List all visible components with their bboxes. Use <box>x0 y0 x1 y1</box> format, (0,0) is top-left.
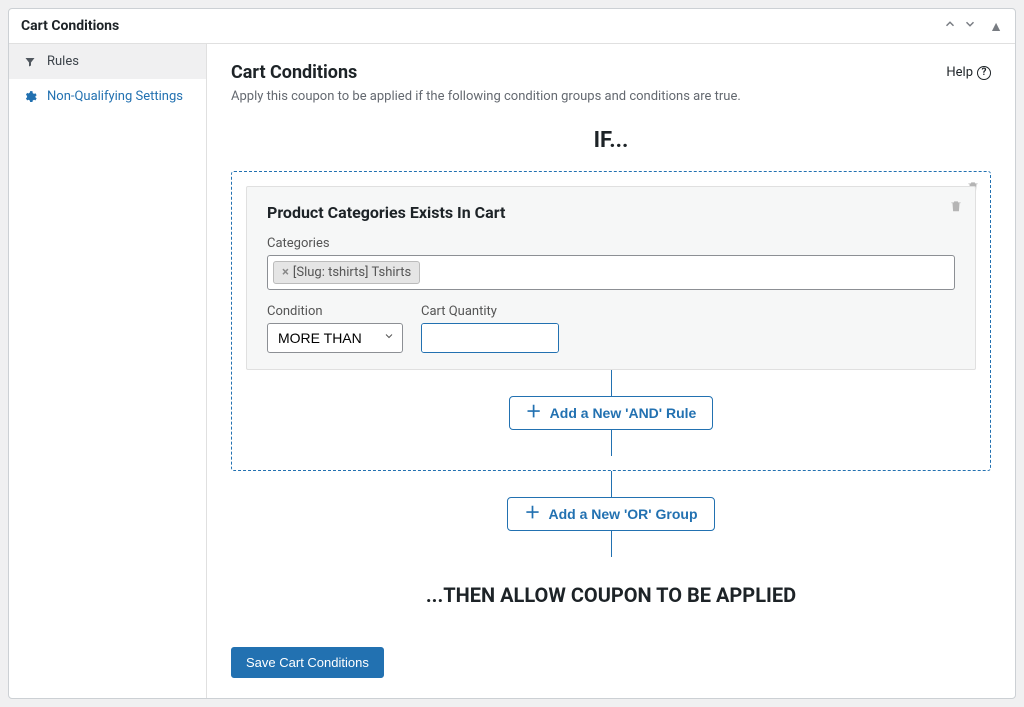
tag-remove-icon[interactable]: × <box>282 265 289 280</box>
quantity-label: Cart Quantity <box>421 304 559 319</box>
panel-title: Cart Conditions <box>21 18 119 34</box>
connector-line <box>611 430 612 456</box>
add-or-label: Add a New 'OR' Group <box>549 506 698 522</box>
content-area: Cart Conditions Help ? Apply this coupon… <box>207 44 1015 698</box>
then-heading: ...THEN ALLOW COUPON TO BE APPLIED <box>231 583 991 607</box>
content-header: Cart Conditions Help ? <box>231 62 991 83</box>
rule-title: Product Categories Exists In Cart <box>267 203 955 222</box>
add-and-rule-button[interactable]: ＋ Add a New 'AND' Rule <box>509 396 714 430</box>
category-tag: × [Slug: tshirts] Tshirts <box>273 261 420 284</box>
plus-icon: ＋ <box>526 405 542 421</box>
connector-line <box>611 370 612 396</box>
sidebar-item-label: Rules <box>47 54 79 69</box>
filter-icon <box>23 55 37 69</box>
description-text: Apply this coupon to be applied if the f… <box>231 89 991 104</box>
help-label: Help <box>946 65 973 80</box>
rule-box: Product Categories Exists In Cart Catego… <box>246 186 976 370</box>
help-icon: ? <box>977 66 991 80</box>
add-or-group-button[interactable]: ＋ Add a New 'OR' Group <box>507 497 714 531</box>
condition-select[interactable]: MORE THAN <box>267 323 403 353</box>
chevron-up-icon[interactable] <box>943 17 957 35</box>
collapse-triangle-icon[interactable]: ▲ <box>989 18 1003 35</box>
plus-icon: ＋ <box>524 506 540 522</box>
sidebar-item-label: Non-Qualifying Settings <box>47 89 183 104</box>
quantity-input-wrap: ▲ ▼ <box>421 323 559 353</box>
panel-body: Rules Non-Qualifying Settings Cart Condi… <box>9 44 1015 698</box>
page-heading: Cart Conditions <box>231 62 357 83</box>
trash-icon[interactable] <box>949 199 963 217</box>
tag-text: [Slug: tshirts] Tshirts <box>293 265 411 280</box>
categories-label: Categories <box>267 236 955 251</box>
help-link[interactable]: Help ? <box>946 65 991 80</box>
panel-controls: ▲ <box>943 17 1003 35</box>
panel-header: Cart Conditions ▲ <box>9 9 1015 44</box>
categories-input[interactable]: × [Slug: tshirts] Tshirts <box>267 255 955 290</box>
condition-label: Condition <box>267 304 403 319</box>
field-row: Condition MORE THAN Cart <box>267 304 955 353</box>
sidebar-item-non-qualifying[interactable]: Non-Qualifying Settings <box>9 79 206 114</box>
condition-field: Condition MORE THAN <box>267 304 403 353</box>
chevron-down-icon[interactable] <box>963 17 977 35</box>
connector-line <box>611 471 612 497</box>
quantity-input[interactable] <box>422 324 559 352</box>
connector-line <box>611 531 612 557</box>
gear-icon <box>23 90 37 104</box>
sidebar: Rules Non-Qualifying Settings <box>9 44 207 698</box>
sidebar-item-rules[interactable]: Rules <box>9 44 206 79</box>
save-button[interactable]: Save Cart Conditions <box>231 647 384 678</box>
add-and-label: Add a New 'AND' Rule <box>550 405 697 421</box>
condition-group: Product Categories Exists In Cart Catego… <box>231 171 991 471</box>
cart-conditions-panel: Cart Conditions ▲ Rules Non-Qualifying S… <box>8 8 1016 699</box>
quantity-field: Cart Quantity ▲ ▼ <box>421 304 559 353</box>
if-heading: IF... <box>231 128 991 153</box>
